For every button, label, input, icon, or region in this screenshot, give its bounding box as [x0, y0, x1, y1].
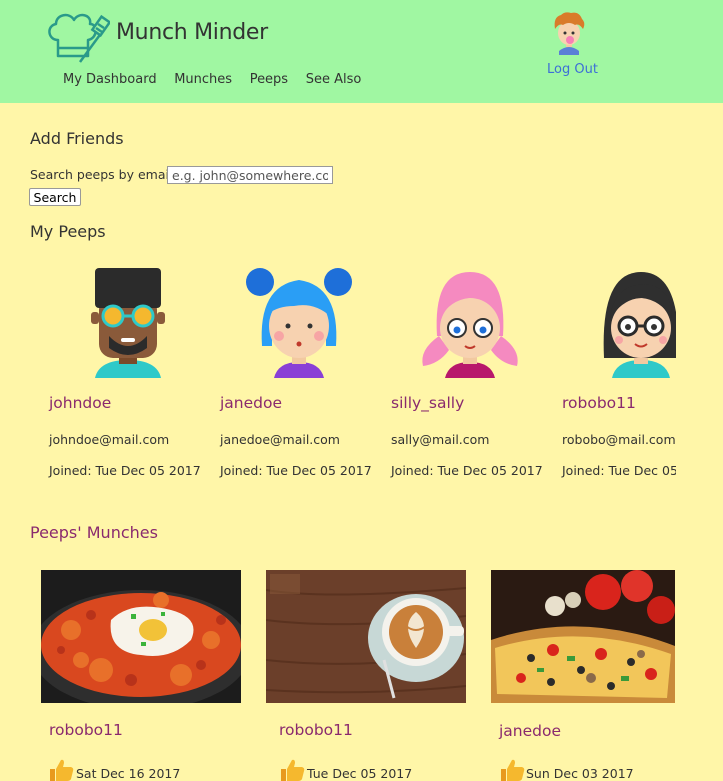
avatar-girl-pink-hair-icon: [422, 272, 518, 378]
peep-email: johndoe@mail.com: [49, 432, 170, 447]
peep-joined: Joined: Tue Dec 05 2017: [562, 463, 676, 478]
peep-joined: Joined: Tue Dec 05 2017: [391, 463, 543, 478]
peep-email: robobo@mail.com: [562, 432, 676, 447]
avatar-girl-glasses-icon: [603, 272, 676, 378]
munch-date: Sat Dec 16 2017: [76, 766, 181, 781]
munch-photo-fried-rice[interactable]: [41, 570, 241, 703]
munch-date: Tue Dec 05 2017: [307, 766, 413, 781]
peep-joined: Joined: Tue Dec 05 2017: [49, 463, 201, 478]
peep-email: janedoe@mail.com: [220, 432, 340, 447]
munch-username[interactable]: robobo11: [49, 721, 123, 739]
thumbs-up-icon[interactable]: [499, 758, 525, 781]
munch-photo-pizza[interactable]: [491, 570, 675, 703]
peeps-munches-title: Peeps' Munches: [30, 523, 158, 542]
thumbs-up-icon[interactable]: [48, 758, 74, 781]
peep-joined: Joined: Tue Dec 05 2017: [220, 463, 372, 478]
avatar-man-sunglasses-icon: [91, 268, 165, 378]
munch-username[interactable]: janedoe: [499, 722, 561, 740]
munch-photo-latte[interactable]: [266, 570, 466, 703]
munch-username[interactable]: robobo11: [279, 721, 353, 739]
peep-username[interactable]: johndoe: [49, 394, 111, 412]
peep-username[interactable]: janedoe: [220, 394, 282, 412]
peep-username[interactable]: robobo11: [562, 394, 636, 412]
peep-email: sally@mail.com: [391, 432, 490, 447]
munch-date: Sun Dec 03 2017: [526, 766, 634, 781]
peep-username[interactable]: silly_sally: [391, 394, 464, 412]
thumbs-up-icon[interactable]: [279, 758, 305, 781]
avatar-girl-blue-hair-icon: [246, 268, 352, 378]
